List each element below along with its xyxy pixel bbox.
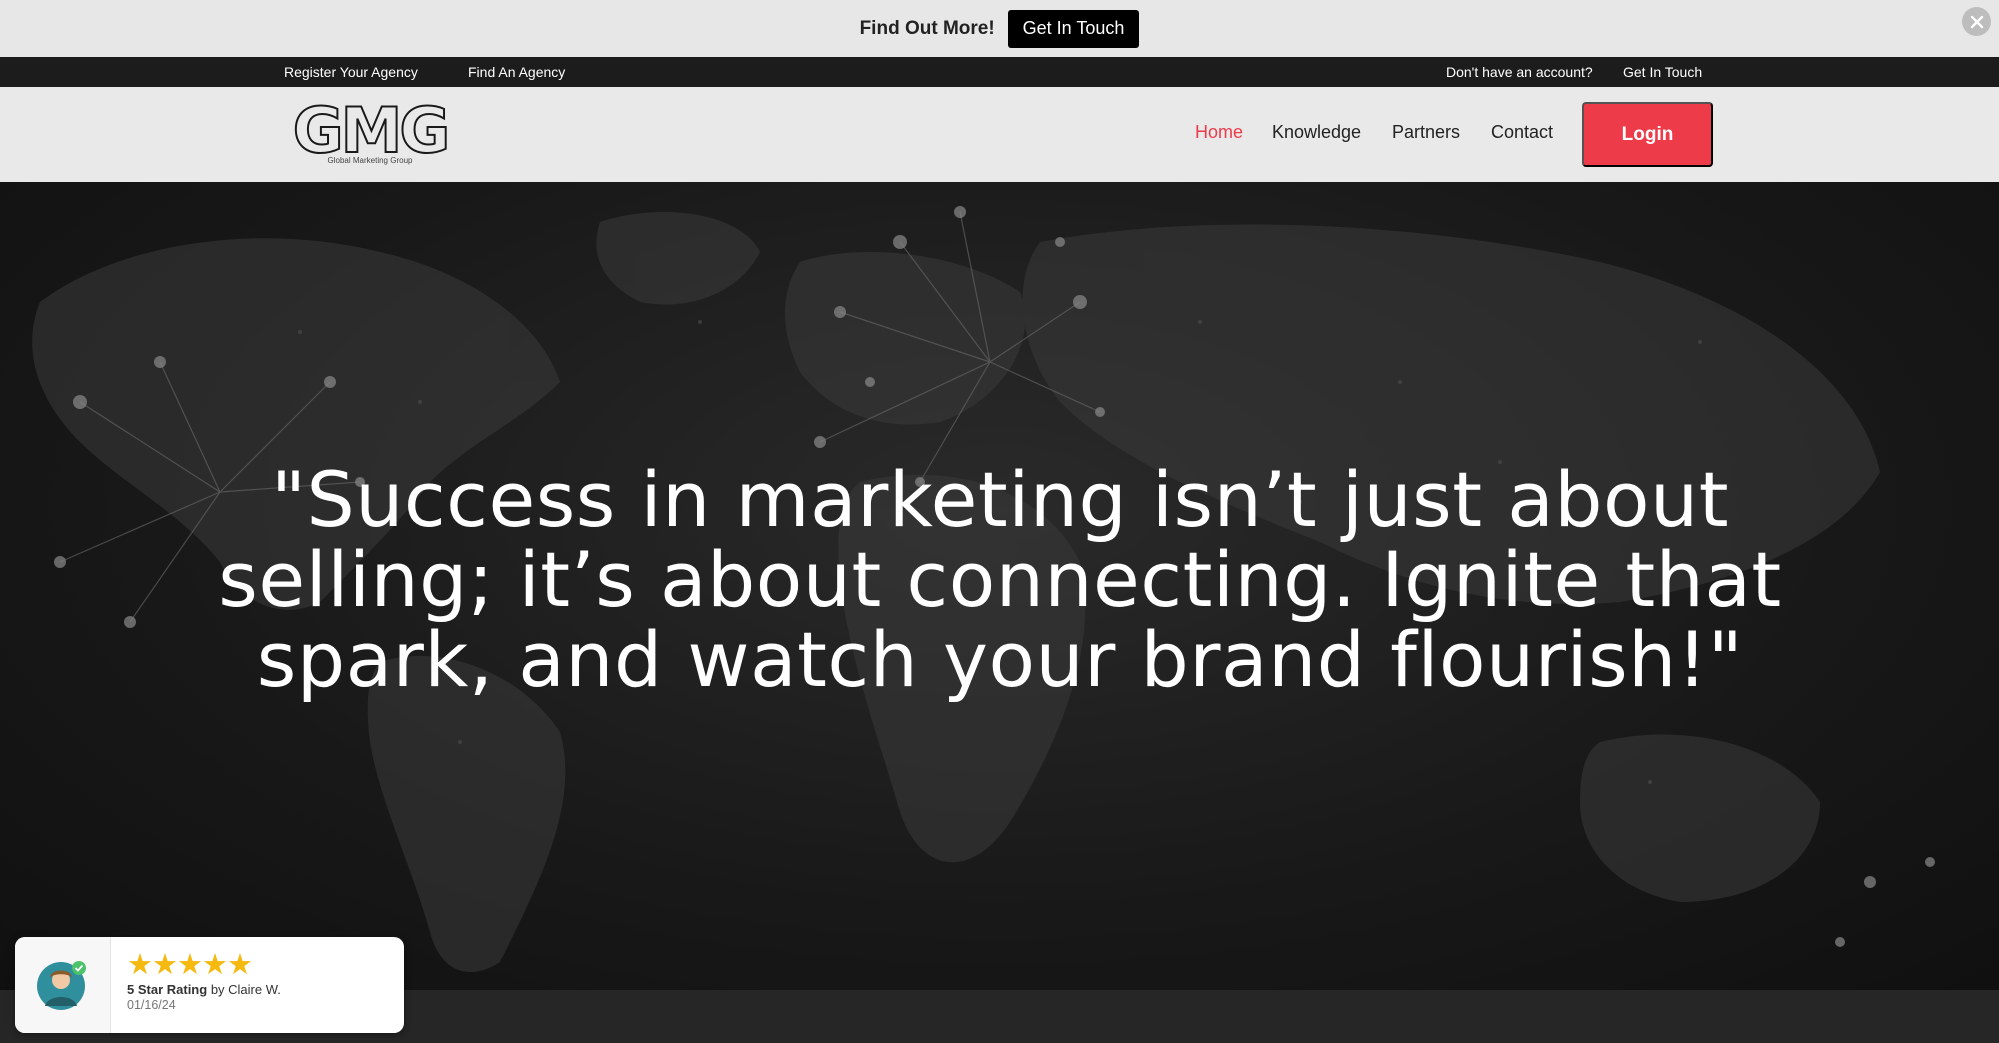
nav-knowledge[interactable]: Knowledge (1272, 122, 1361, 143)
gmg-logo[interactable]: GMG GMG Global Marketing Group (284, 93, 456, 168)
rating-label: 5 Star Rating (127, 982, 208, 997)
hero-quote-line-1: "Success in marketing isn’t just about (271, 455, 1729, 544)
review-rating-line: 5 Star Rating by Claire W. (127, 982, 281, 997)
register-agency-link[interactable]: Register Your Agency (284, 64, 418, 80)
hero-quote: "Success in marketing isn’t just about s… (150, 460, 1850, 700)
hero-quote-line-2: selling; it’s about connecting. Ignite t… (218, 535, 1782, 624)
star-rating-icons: ★★★★★ (127, 949, 253, 981)
avatar (36, 961, 86, 1010)
utility-get-in-touch-link[interactable]: Get In Touch (1623, 64, 1702, 80)
no-account-text: Don't have an account? (1446, 64, 1593, 80)
hero-quote-line-3: spark, and watch your brand flourish!" (256, 615, 1744, 704)
nav-partners[interactable]: Partners (1392, 122, 1460, 143)
get-in-touch-button[interactable]: Get In Touch (1007, 9, 1140, 48)
close-announcement-button[interactable] (1962, 7, 1991, 36)
logo-mark: GMG GMG Global Marketing Group (292, 93, 451, 168)
announcement-text: Find Out More! (859, 17, 995, 39)
close-icon (1970, 15, 1983, 28)
login-button[interactable]: Login (1582, 102, 1713, 167)
find-agency-link[interactable]: Find An Agency (468, 64, 565, 80)
review-widget[interactable]: ★★★★★ 5 Star Rating by Claire W. 01/16/2… (15, 937, 404, 1033)
reviewer-avatar-container (15, 937, 111, 1033)
logo-tagline: Global Marketing Group (328, 156, 413, 165)
reviewer-name: by Claire W. (210, 982, 281, 997)
verified-icon (71, 961, 86, 975)
main-header: GMG GMG Global Marketing Group Home Know… (0, 87, 1999, 182)
nav-home[interactable]: Home (1195, 122, 1243, 143)
hero-section: "Success in marketing isn’t just about s… (0, 182, 1999, 990)
review-date: 01/16/24 (127, 998, 176, 1012)
review-body: ★★★★★ 5 Star Rating by Claire W. 01/16/2… (111, 937, 281, 1033)
announcement-bar: Find Out More! Get In Touch (0, 0, 1999, 57)
utility-bar: Register Your Agency Find An Agency Don'… (0, 57, 1999, 87)
nav-contact[interactable]: Contact (1491, 122, 1553, 143)
